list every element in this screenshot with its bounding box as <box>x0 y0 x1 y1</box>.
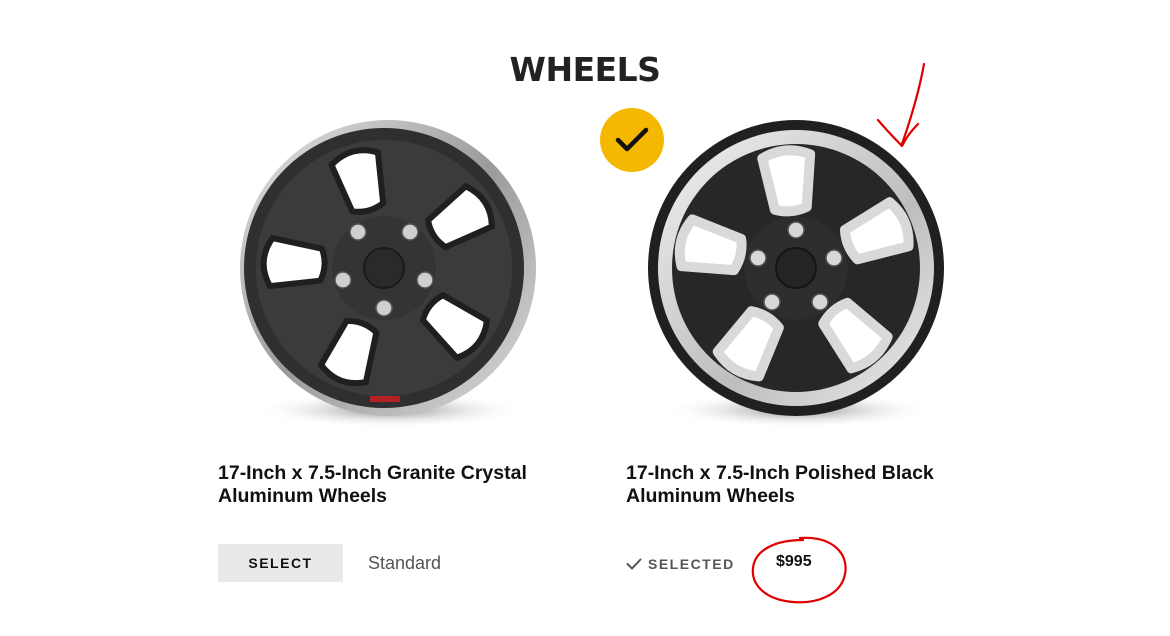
wheel-option-polished-black: 17-Inch x 7.5-Inch Polished Black Alumin… <box>618 110 978 610</box>
selected-label: SELECTED <box>648 556 735 572</box>
select-button[interactable]: SELECT <box>218 544 343 582</box>
section-title: WHEELS <box>509 50 661 89</box>
wheel-name: 17-Inch x 7.5-Inch Granite Crystal Alumi… <box>218 462 527 507</box>
check-icon <box>626 558 642 570</box>
wheel-price: Standard <box>368 553 442 573</box>
granite-crystal-wheel-icon[interactable] <box>210 110 570 450</box>
polished-black-wheel-icon[interactable] <box>618 110 978 450</box>
wheel-option-granite-crystal: 17-Inch x 7.5-Inch Granite Crystal Alumi… <box>210 110 570 610</box>
wheel-name: 17-Inch x 7.5-Inch Polished Black Alumin… <box>626 462 934 507</box>
wheel-price: $995 <box>776 553 812 570</box>
selected-status[interactable]: SELECTED <box>626 553 735 575</box>
